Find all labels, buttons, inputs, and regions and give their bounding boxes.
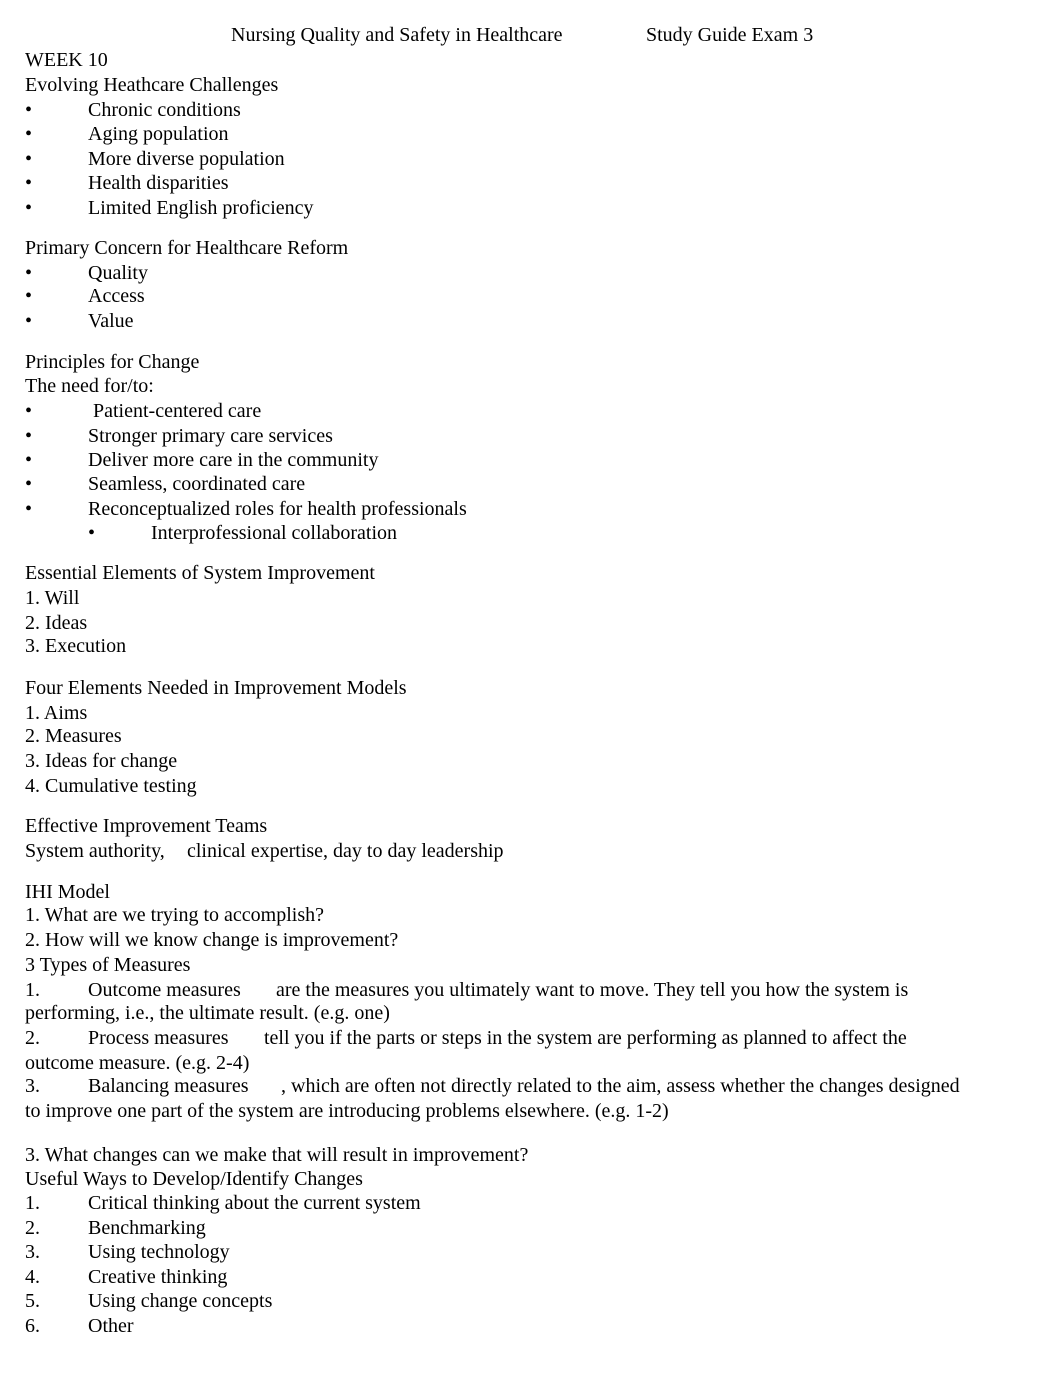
list-item: 1. Will bbox=[25, 587, 80, 609]
list-item: 5. Using change concepts bbox=[25, 1290, 273, 1312]
list-item: 4. Creative thinking bbox=[25, 1266, 228, 1288]
ways-heading: Useful Ways to Develop/Identify Changes bbox=[25, 1168, 363, 1190]
bullet-icon: • bbox=[25, 197, 33, 219]
list-item: 6. Other bbox=[25, 1315, 134, 1337]
bullet-icon: • bbox=[25, 425, 33, 447]
bullet-icon: • bbox=[25, 310, 33, 332]
course-title: Nursing Quality and Safety in Healthcare bbox=[231, 24, 563, 46]
list-item: • Aging population bbox=[25, 123, 229, 145]
section-heading-reform: Primary Concern for Healthcare Reform bbox=[25, 237, 349, 259]
list-item: • Seamless, coordinated care bbox=[25, 473, 306, 495]
list-item: 3. Using technology bbox=[25, 1241, 230, 1263]
measure-item-outcome-cont: performing, i.e., the ultimate result. (… bbox=[25, 1002, 390, 1024]
list-item: 1. Critical thinking about the current sy… bbox=[25, 1192, 421, 1214]
bullet-icon: • bbox=[25, 498, 33, 520]
list-item: 1. Aims bbox=[25, 702, 88, 724]
principles-intro: The need for/to: bbox=[25, 375, 154, 397]
ihi-question-1: 1. What are we trying to accomplish? bbox=[25, 904, 324, 926]
bullet-icon: • bbox=[25, 449, 33, 471]
measure-item-process: 2. Process measures tell you if the part… bbox=[25, 1027, 907, 1049]
list-item: 2. Benchmarking bbox=[25, 1217, 206, 1239]
bullet-icon: • bbox=[25, 99, 33, 121]
list-item: 3. Execution bbox=[25, 635, 127, 657]
bullet-icon: • bbox=[25, 285, 33, 307]
list-item: • Value bbox=[25, 310, 134, 332]
list-item: • Health disparities bbox=[25, 172, 229, 194]
list-item: • Reconceptualized roles for health profe… bbox=[25, 498, 467, 520]
section-heading-challenges: Evolving Heathcare Challenges bbox=[25, 74, 279, 96]
list-item: • Patient-centered care bbox=[25, 400, 262, 422]
list-item: • Limited English proficiency bbox=[25, 197, 314, 219]
measures-heading: 3 Types of Measures bbox=[25, 954, 191, 976]
section-heading-teams: Effective Improvement Teams bbox=[25, 815, 268, 837]
measure-term: Process measures bbox=[88, 1027, 229, 1049]
bullet-icon: • bbox=[25, 172, 33, 194]
list-item: • Stronger primary care services bbox=[25, 425, 333, 447]
teams-text-b: clinical expertise, day to day leadershi… bbox=[187, 840, 504, 862]
bullet-icon: • bbox=[25, 148, 33, 170]
measure-item-outcome: 1. Outcome measures are the measures you… bbox=[25, 979, 909, 1001]
list-item: • Chronic conditions bbox=[25, 99, 241, 121]
ihi-question-3: 3. What changes can we make that will re… bbox=[25, 1144, 529, 1166]
measure-item-balancing-cont: to improve one part of the system are in… bbox=[25, 1100, 669, 1122]
measure-term: Balancing measures bbox=[88, 1075, 249, 1097]
list-item: 4. Cumulative testing bbox=[25, 775, 197, 797]
list-item: • Quality bbox=[25, 262, 148, 284]
bullet-icon: • bbox=[25, 262, 33, 284]
document-title: Study Guide Exam 3 bbox=[646, 24, 814, 46]
section-heading-essential: Essential Elements of System Improvement bbox=[25, 562, 375, 584]
measure-term: Outcome measures bbox=[88, 979, 241, 1001]
bullet-icon: • bbox=[88, 522, 96, 544]
list-item: 3. Ideas for change bbox=[25, 750, 178, 772]
ihi-question-2: 2. How will we know change is improvemen… bbox=[25, 929, 399, 951]
bullet-icon: • bbox=[25, 473, 33, 495]
measure-item-balancing: 3. Balancing measures , which are often … bbox=[25, 1075, 960, 1097]
bullet-icon: • bbox=[25, 123, 33, 145]
section-heading-ihi: IHI Model bbox=[25, 881, 110, 903]
measure-item-process-cont: outcome measure. (e.g. 2-4) bbox=[25, 1052, 250, 1074]
list-item: • Deliver more care in the community bbox=[25, 449, 379, 471]
list-item: • More diverse population bbox=[25, 148, 285, 170]
section-heading-four-elements: Four Elements Needed in Improvement Mode… bbox=[25, 677, 407, 699]
list-item: 2. Measures bbox=[25, 725, 122, 747]
week-label: WEEK 10 bbox=[25, 49, 108, 71]
section-heading-principles: Principles for Change bbox=[25, 351, 200, 373]
teams-text-a: System authority, bbox=[25, 840, 165, 862]
list-item: 2. Ideas bbox=[25, 612, 88, 634]
list-item: • Access bbox=[25, 285, 145, 307]
bullet-icon: • bbox=[25, 400, 33, 422]
sub-list-item: • Interprofessional collaboration bbox=[88, 522, 398, 544]
